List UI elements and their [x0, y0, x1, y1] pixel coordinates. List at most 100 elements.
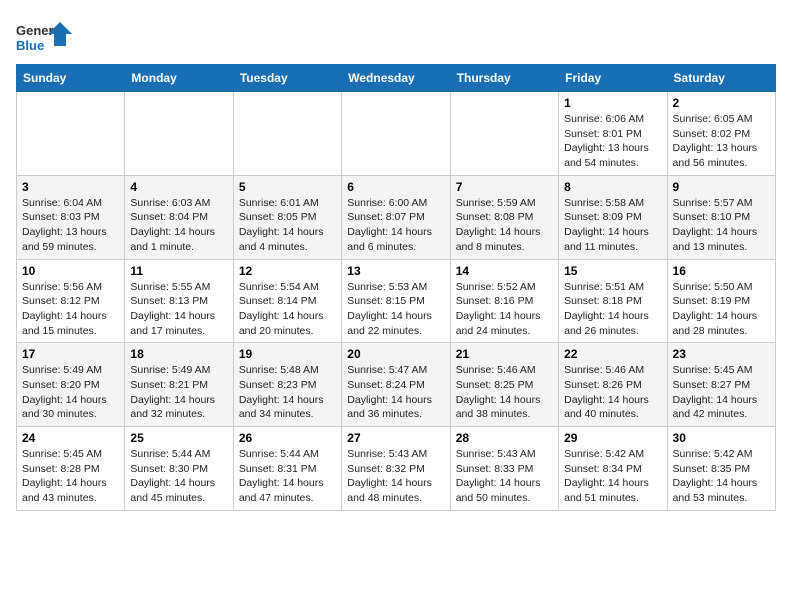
- day-info: Sunrise: 5:50 AM Sunset: 8:19 PM Dayligh…: [673, 280, 770, 339]
- weekday-header-monday: Monday: [125, 65, 233, 92]
- week-row-4: 24 Sunrise: 5:45 AM Sunset: 8:28 PM Dayli…: [17, 427, 776, 511]
- day-number: 14: [456, 264, 553, 278]
- day-number: 20: [347, 347, 444, 361]
- header: GeneralBlue: [16, 16, 776, 56]
- day-number: 7: [456, 180, 553, 194]
- calendar-cell: 2 Sunrise: 6:05 AM Sunset: 8:02 PM Daylig…: [667, 92, 775, 176]
- weekday-header-friday: Friday: [559, 65, 667, 92]
- day-info: Sunrise: 5:42 AM Sunset: 8:35 PM Dayligh…: [673, 447, 770, 506]
- day-number: 13: [347, 264, 444, 278]
- calendar-cell: 3Sunrise: 6:04 AM Sunset: 8:03 PM Daylig…: [17, 175, 125, 259]
- weekday-header-row: SundayMondayTuesdayWednesdayThursdayFrid…: [17, 65, 776, 92]
- calendar-cell: [342, 92, 450, 176]
- day-info: Sunrise: 5:58 AM Sunset: 8:09 PM Dayligh…: [564, 196, 661, 255]
- day-info: Sunrise: 5:49 AM Sunset: 8:20 PM Dayligh…: [22, 363, 119, 422]
- day-info: Sunrise: 5:52 AM Sunset: 8:16 PM Dayligh…: [456, 280, 553, 339]
- day-number: 16: [673, 264, 770, 278]
- day-number: 3: [22, 180, 119, 194]
- weekday-header-tuesday: Tuesday: [233, 65, 341, 92]
- day-number: 11: [130, 264, 227, 278]
- day-number: 15: [564, 264, 661, 278]
- week-row-2: 10 Sunrise: 5:56 AM Sunset: 8:12 PM Dayli…: [17, 259, 776, 343]
- day-number: 29: [564, 431, 661, 445]
- calendar-cell: 13 Sunrise: 5:53 AM Sunset: 8:15 PM Dayli…: [342, 259, 450, 343]
- day-info: Sunrise: 5:49 AM Sunset: 8:21 PM Dayligh…: [130, 363, 227, 422]
- week-row-3: 17 Sunrise: 5:49 AM Sunset: 8:20 PM Dayli…: [17, 343, 776, 427]
- day-info: Sunrise: 6:06 AM Sunset: 8:01 PM Dayligh…: [564, 112, 661, 171]
- day-number: 17: [22, 347, 119, 361]
- day-number: 10: [22, 264, 119, 278]
- day-info: Sunrise: 5:55 AM Sunset: 8:13 PM Dayligh…: [130, 280, 227, 339]
- calendar-cell: 17 Sunrise: 5:49 AM Sunset: 8:20 PM Dayli…: [17, 343, 125, 427]
- calendar-cell: 16 Sunrise: 5:50 AM Sunset: 8:19 PM Dayli…: [667, 259, 775, 343]
- logo: GeneralBlue: [16, 20, 76, 56]
- calendar-cell: [125, 92, 233, 176]
- calendar-cell: 15 Sunrise: 5:51 AM Sunset: 8:18 PM Dayli…: [559, 259, 667, 343]
- day-info: Sunrise: 5:44 AM Sunset: 8:31 PM Dayligh…: [239, 447, 336, 506]
- day-number: 5: [239, 180, 336, 194]
- calendar-cell: 30 Sunrise: 5:42 AM Sunset: 8:35 PM Dayli…: [667, 427, 775, 511]
- day-info: Sunrise: 5:45 AM Sunset: 8:28 PM Dayligh…: [22, 447, 119, 506]
- calendar-cell: 25 Sunrise: 5:44 AM Sunset: 8:30 PM Dayli…: [125, 427, 233, 511]
- day-number: 26: [239, 431, 336, 445]
- day-number: 19: [239, 347, 336, 361]
- day-number: 28: [456, 431, 553, 445]
- weekday-header-sunday: Sunday: [17, 65, 125, 92]
- calendar-cell: [450, 92, 558, 176]
- week-row-0: 1 Sunrise: 6:06 AM Sunset: 8:01 PM Daylig…: [17, 92, 776, 176]
- calendar-cell: 22 Sunrise: 5:46 AM Sunset: 8:26 PM Dayli…: [559, 343, 667, 427]
- calendar-cell: 21Sunrise: 5:46 AM Sunset: 8:25 PM Dayli…: [450, 343, 558, 427]
- day-number: 21: [456, 347, 553, 361]
- day-number: 27: [347, 431, 444, 445]
- day-number: 23: [673, 347, 770, 361]
- day-info: Sunrise: 5:54 AM Sunset: 8:14 PM Dayligh…: [239, 280, 336, 339]
- day-info: Sunrise: 5:56 AM Sunset: 8:12 PM Dayligh…: [22, 280, 119, 339]
- calendar-cell: 6 Sunrise: 6:00 AM Sunset: 8:07 PM Daylig…: [342, 175, 450, 259]
- weekday-header-thursday: Thursday: [450, 65, 558, 92]
- calendar-cell: 26 Sunrise: 5:44 AM Sunset: 8:31 PM Dayli…: [233, 427, 341, 511]
- day-number: 25: [130, 431, 227, 445]
- calendar-cell: [233, 92, 341, 176]
- weekday-header-saturday: Saturday: [667, 65, 775, 92]
- calendar-cell: 7 Sunrise: 5:59 AM Sunset: 8:08 PM Daylig…: [450, 175, 558, 259]
- calendar-cell: 18Sunrise: 5:49 AM Sunset: 8:21 PM Dayli…: [125, 343, 233, 427]
- day-number: 4: [130, 180, 227, 194]
- day-number: 22: [564, 347, 661, 361]
- calendar-cell: 8 Sunrise: 5:58 AM Sunset: 8:09 PM Daylig…: [559, 175, 667, 259]
- calendar-cell: 12 Sunrise: 5:54 AM Sunset: 8:14 PM Dayli…: [233, 259, 341, 343]
- day-info: Sunrise: 5:57 AM Sunset: 8:10 PM Dayligh…: [673, 196, 770, 255]
- calendar-cell: 20Sunrise: 5:47 AM Sunset: 8:24 PM Dayli…: [342, 343, 450, 427]
- calendar-cell: 27 Sunrise: 5:43 AM Sunset: 8:32 PM Dayli…: [342, 427, 450, 511]
- calendar-cell: 1 Sunrise: 6:06 AM Sunset: 8:01 PM Daylig…: [559, 92, 667, 176]
- calendar-cell: 29 Sunrise: 5:42 AM Sunset: 8:34 PM Dayli…: [559, 427, 667, 511]
- calendar-cell: 4 Sunrise: 6:03 AM Sunset: 8:04 PM Daylig…: [125, 175, 233, 259]
- day-number: 24: [22, 431, 119, 445]
- calendar-cell: [17, 92, 125, 176]
- day-info: Sunrise: 5:43 AM Sunset: 8:32 PM Dayligh…: [347, 447, 444, 506]
- day-number: 6: [347, 180, 444, 194]
- day-number: 2: [673, 96, 770, 110]
- calendar-cell: 23Sunrise: 5:45 AM Sunset: 8:27 PM Dayli…: [667, 343, 775, 427]
- day-info: Sunrise: 5:42 AM Sunset: 8:34 PM Dayligh…: [564, 447, 661, 506]
- day-info: Sunrise: 6:01 AM Sunset: 8:05 PM Dayligh…: [239, 196, 336, 255]
- day-info: Sunrise: 6:00 AM Sunset: 8:07 PM Dayligh…: [347, 196, 444, 255]
- day-number: 12: [239, 264, 336, 278]
- calendar-cell: 28 Sunrise: 5:43 AM Sunset: 8:33 PM Dayli…: [450, 427, 558, 511]
- calendar-cell: 10 Sunrise: 5:56 AM Sunset: 8:12 PM Dayli…: [17, 259, 125, 343]
- calendar-cell: 11 Sunrise: 5:55 AM Sunset: 8:13 PM Dayli…: [125, 259, 233, 343]
- day-info: Sunrise: 5:59 AM Sunset: 8:08 PM Dayligh…: [456, 196, 553, 255]
- day-info: Sunrise: 5:44 AM Sunset: 8:30 PM Dayligh…: [130, 447, 227, 506]
- day-info: Sunrise: 5:53 AM Sunset: 8:15 PM Dayligh…: [347, 280, 444, 339]
- day-info: Sunrise: 6:05 AM Sunset: 8:02 PM Dayligh…: [673, 112, 770, 171]
- svg-text:Blue: Blue: [16, 38, 44, 53]
- day-info: Sunrise: 5:51 AM Sunset: 8:18 PM Dayligh…: [564, 280, 661, 339]
- day-info: Sunrise: 5:43 AM Sunset: 8:33 PM Dayligh…: [456, 447, 553, 506]
- day-number: 1: [564, 96, 661, 110]
- day-info: Sunrise: 5:46 AM Sunset: 8:26 PM Dayligh…: [564, 363, 661, 422]
- calendar-cell: 5 Sunrise: 6:01 AM Sunset: 8:05 PM Daylig…: [233, 175, 341, 259]
- day-info: Sunrise: 6:03 AM Sunset: 8:04 PM Dayligh…: [130, 196, 227, 255]
- day-number: 8: [564, 180, 661, 194]
- day-number: 30: [673, 431, 770, 445]
- day-number: 9: [673, 180, 770, 194]
- weekday-header-wednesday: Wednesday: [342, 65, 450, 92]
